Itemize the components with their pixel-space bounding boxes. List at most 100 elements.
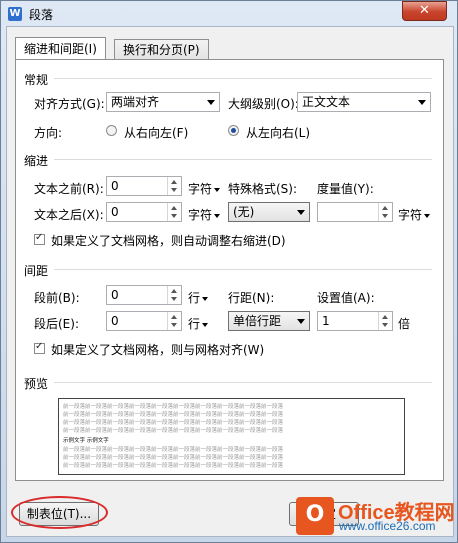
alignment-select[interactable]: 两端对齐: [106, 92, 220, 112]
chevron-down-icon: [202, 322, 209, 327]
auto-adjust-indent-checkbox[interactable]: [34, 232, 45, 245]
spacing-before-spinner[interactable]: 0: [106, 285, 182, 305]
chevron-down-icon: [418, 100, 426, 105]
line-spacing-label: 行距(N):: [228, 291, 275, 305]
spacing-after-spinner[interactable]: 0: [106, 311, 182, 331]
spacing-after-label: 段后(E):: [34, 317, 79, 331]
set-value-unit: 倍: [398, 317, 411, 331]
chevron-down-icon: [297, 210, 305, 215]
auto-adjust-indent-label[interactable]: 如果定义了文档网格，则自动调整右缩进(D): [51, 232, 286, 249]
spin-up-icon: [382, 206, 388, 210]
preview-line: 前一段落前一段落前一段落前一段落前一段落前一段落前一段落前一段落前一段落前一段落: [63, 455, 284, 461]
section-preview-header: 预览: [24, 377, 49, 391]
alignment-value: 两端对齐: [111, 95, 160, 109]
measure-label: 度量值(Y):: [317, 182, 374, 196]
watermark-url: www.office26.com: [339, 519, 436, 533]
spin-buttons[interactable]: [167, 203, 181, 221]
unit-text: 字符: [188, 208, 213, 222]
outline-level-label: 大纲级别(O):: [228, 97, 299, 111]
spin-up-icon: [171, 315, 177, 319]
special-format-select[interactable]: (无): [228, 202, 310, 222]
indent-before-value: 0: [111, 179, 119, 193]
chevron-down-icon: [214, 187, 221, 192]
rtl-radio[interactable]: [106, 125, 117, 136]
preview-line: 前一段落前一段落前一段落前一段落前一段落前一段落前一段落前一段落前一段落前一段落: [63, 412, 284, 418]
line-spacing-value: 单倍行距: [233, 314, 282, 328]
preview-line: 前一段落前一段落前一段落前一段落前一段落前一段落前一段落前一段落前一段落前一段落: [63, 463, 284, 469]
chevron-down-icon: [214, 213, 221, 218]
set-value-value: 1: [322, 314, 330, 328]
direction-label: 方向:: [34, 126, 63, 140]
unit-text: 行: [188, 317, 201, 331]
dialog-title: 段落: [29, 8, 54, 22]
spin-down-icon: [171, 297, 177, 301]
spin-buttons[interactable]: [378, 312, 392, 330]
spacing-before-unit[interactable]: 行: [188, 289, 209, 306]
rtl-label[interactable]: 从右向左(F): [124, 124, 188, 141]
measure-spinner[interactable]: [317, 202, 393, 222]
indent-after-unit[interactable]: 字符: [188, 206, 221, 223]
ltr-radio[interactable]: [228, 125, 239, 136]
snap-to-grid-label[interactable]: 如果定义了文档网格，则与网格对齐(W): [51, 341, 264, 358]
alignment-label: 对齐方式(G):: [34, 97, 105, 111]
spin-down-icon: [382, 214, 388, 218]
indent-before-spinner[interactable]: 0: [106, 176, 182, 196]
preview-line: 前一段落前一段落前一段落前一段落前一段落前一段落前一段落前一段落前一段落前一段落: [63, 447, 284, 453]
section-general-header: 常规: [24, 73, 49, 87]
spacing-after-unit[interactable]: 行: [188, 315, 209, 332]
indent-after-value: 0: [111, 205, 119, 219]
spin-down-icon: [382, 323, 388, 327]
preview-sample-line: 示例文字 示例文字: [63, 438, 109, 444]
section-divider: [54, 382, 432, 383]
spin-buttons[interactable]: [167, 177, 181, 195]
preview-line: 前一段落前一段落前一段落前一段落前一段落前一段落前一段落前一段落前一段落前一段落: [63, 428, 284, 434]
spin-buttons[interactable]: [378, 203, 392, 221]
measure-unit[interactable]: 字符: [398, 206, 431, 223]
section-divider: [54, 159, 432, 160]
preview-line: 前一段落前一段落前一段落前一段落前一段落前一段落前一段落前一段落前一段落前一段落: [63, 420, 284, 426]
unit-text: 字符: [398, 208, 423, 222]
tab-indent-spacing[interactable]: 缩进和间距(I): [15, 37, 106, 60]
unit-text: 行: [188, 291, 201, 305]
indent-before-label: 文本之前(R):: [34, 182, 104, 196]
line-spacing-select[interactable]: 单倍行距: [228, 311, 310, 331]
spacing-after-value: 0: [111, 314, 119, 328]
set-value-label: 设置值(A):: [317, 291, 375, 305]
office-logo-icon: O: [296, 497, 334, 535]
wps-writer-icon: W: [8, 7, 22, 21]
special-format-value: (无): [233, 205, 255, 219]
spin-buttons[interactable]: [167, 312, 181, 330]
red-highlight-ellipse: [11, 496, 108, 529]
spacing-before-value: 0: [111, 288, 119, 302]
indent-after-spinner[interactable]: 0: [106, 202, 182, 222]
chevron-down-icon: [297, 319, 305, 324]
section-divider: [54, 269, 432, 270]
spin-down-icon: [171, 188, 177, 192]
spin-down-icon: [171, 214, 177, 218]
title-bar[interactable]: W 段落 ✕: [0, 0, 458, 26]
spin-up-icon: [382, 315, 388, 319]
chevron-down-icon: [202, 296, 209, 301]
section-indent-header: 缩进: [24, 154, 49, 168]
set-value-spinner[interactable]: 1: [317, 311, 393, 331]
preview-line: 前一段落前一段落前一段落前一段落前一段落前一段落前一段落前一段落前一段落前一段落: [63, 404, 284, 410]
outline-level-value: 正文文本: [302, 95, 351, 109]
spin-up-icon: [171, 180, 177, 184]
spin-up-icon: [171, 206, 177, 210]
chevron-down-icon: [207, 100, 215, 105]
outline-level-select[interactable]: 正文文本: [297, 92, 431, 112]
tab-line-page-breaks[interactable]: 换行和分页(P): [114, 39, 209, 60]
spin-buttons[interactable]: [167, 286, 181, 304]
ltr-label[interactable]: 从左向右(L): [246, 124, 310, 141]
indent-after-label: 文本之后(X):: [34, 208, 104, 222]
close-button[interactable]: ✕: [402, 1, 447, 21]
section-spacing-header: 间距: [24, 264, 49, 278]
indent-before-unit[interactable]: 字符: [188, 180, 221, 197]
spin-up-icon: [171, 289, 177, 293]
spacing-before-label: 段前(B):: [34, 291, 80, 305]
unit-text: 字符: [188, 182, 213, 196]
section-divider: [54, 78, 432, 79]
paragraph-preview: 前一段落前一段落前一段落前一段落前一段落前一段落前一段落前一段落前一段落前一段落…: [58, 398, 405, 475]
snap-to-grid-checkbox[interactable]: [34, 341, 45, 354]
chevron-down-icon: [424, 213, 431, 218]
